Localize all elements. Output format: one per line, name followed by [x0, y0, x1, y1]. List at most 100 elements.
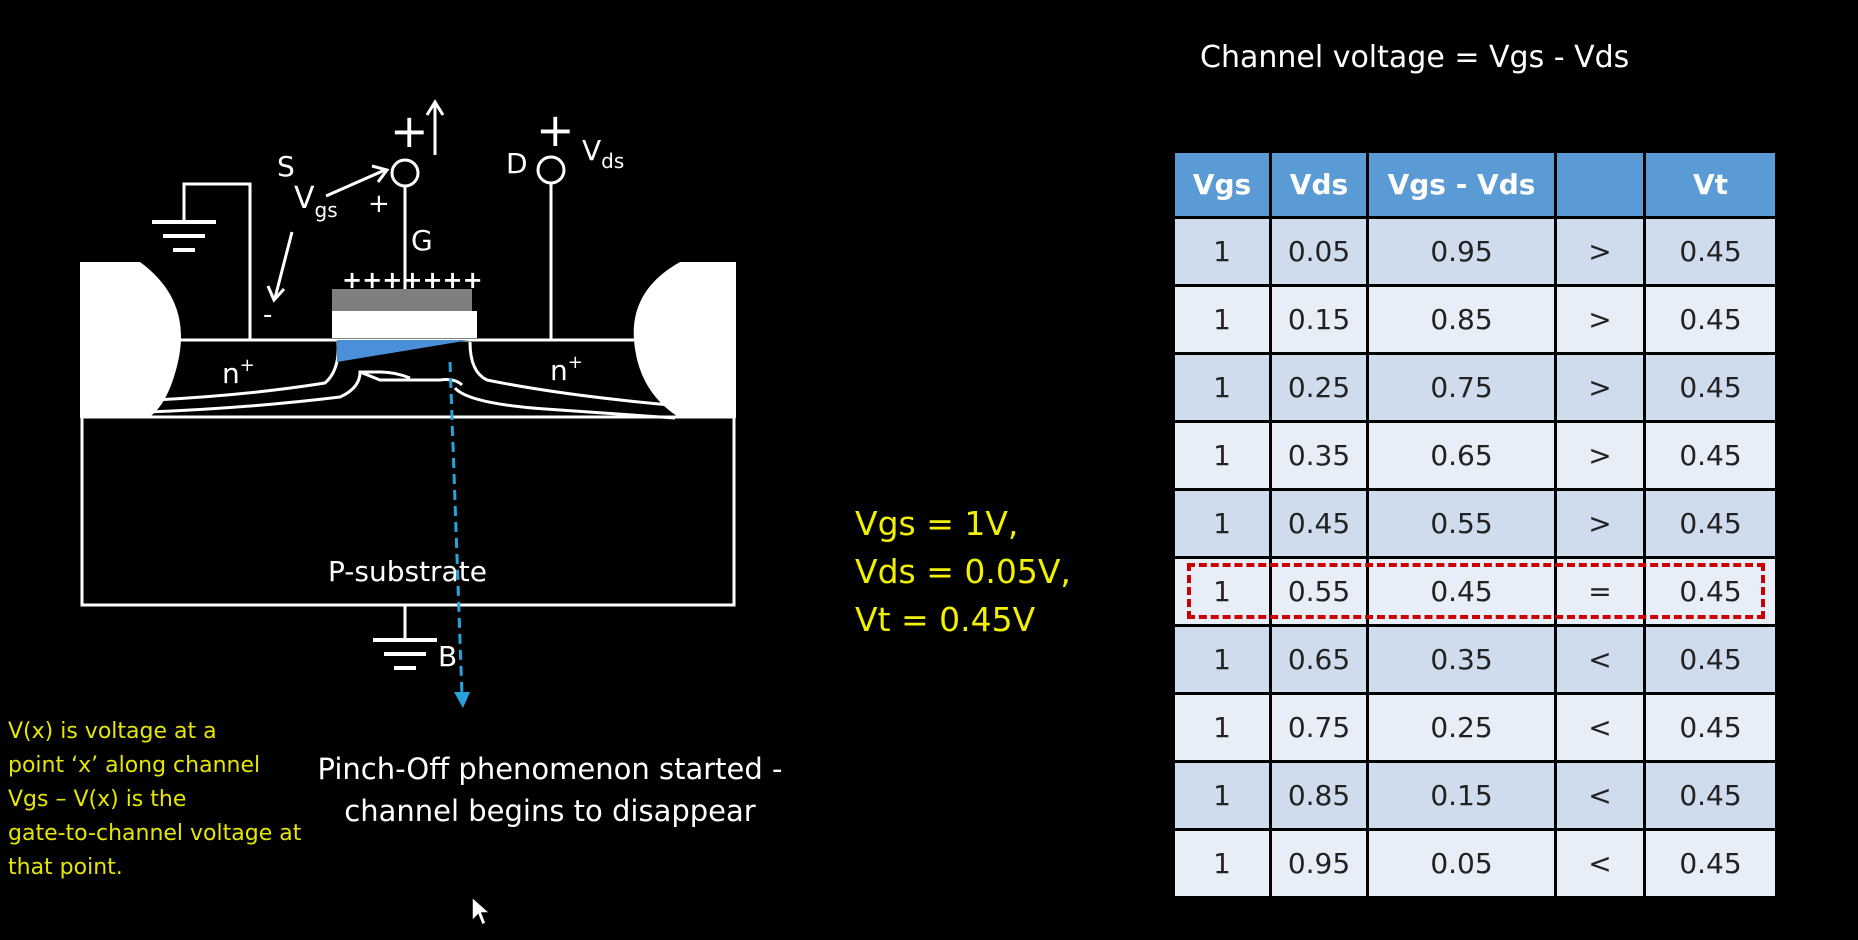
- cell-vds: 0.45: [1272, 491, 1366, 556]
- gate-terminal: [390, 158, 420, 188]
- table-row: 1 0.05 0.95 >0.45: [1175, 219, 1775, 284]
- cell-diff: 0.95: [1369, 219, 1554, 284]
- table-row: 1 0.45 0.55 >0.45: [1175, 491, 1775, 556]
- cell-vgs: 1: [1175, 287, 1269, 352]
- table-row: 1 0.75 0.25 <0.45: [1175, 695, 1775, 760]
- vgs-plus: +: [368, 189, 390, 219]
- cell-vds: 0.15: [1272, 287, 1366, 352]
- voltage-table: Vgs Vds Vgs - Vds Vt 1 0.05 0.95 >0.45 1 0.1…: [1172, 150, 1778, 899]
- cell-vt: 0.45: [1646, 763, 1775, 828]
- parameter-list: Vgs = 1V, Vds = 0.05V, Vt = 0.45V: [855, 500, 1071, 644]
- gate-oxide: [332, 311, 477, 338]
- cell-vt: 0.45: [1646, 423, 1775, 488]
- vds-subscript: ds: [601, 149, 624, 173]
- source-label: S: [277, 150, 295, 183]
- channel-bump: [359, 370, 464, 387]
- left-oxide: [80, 262, 181, 418]
- cell-vds: 0.35: [1272, 423, 1366, 488]
- table-row: 1 0.65 0.35 <0.45: [1175, 627, 1775, 692]
- header-vgs: Vgs: [1175, 153, 1269, 216]
- caption-line: channel begins to disappear: [344, 794, 756, 828]
- cell-vt: 0.45: [1646, 287, 1775, 352]
- cell-vt: 0.45: [1646, 831, 1775, 896]
- note-line: point ‘x’ along channel: [8, 753, 261, 778]
- cell-cmp: <: [1557, 831, 1643, 896]
- cell-diff: 0.35: [1369, 627, 1554, 692]
- cell-diff: 0.55: [1369, 491, 1554, 556]
- cell-cmp: >: [1557, 287, 1643, 352]
- table-row: 1 0.15 0.85 >0.45: [1175, 287, 1775, 352]
- cell-vt: 0.45: [1646, 695, 1775, 760]
- cell-cmp: <: [1557, 627, 1643, 692]
- right-nplus-label: n+: [550, 352, 583, 387]
- voltage-note: V(x) is voltage at a point ‘x’ along cha…: [8, 715, 301, 885]
- gate-plus: +: [390, 104, 429, 158]
- mouse-pointer-icon: [471, 895, 492, 927]
- bulk-label: B: [438, 640, 457, 673]
- cell-vt: 0.45: [1646, 491, 1775, 556]
- cell-vt: 0.45: [1646, 627, 1775, 692]
- inversion-channel: [337, 340, 470, 362]
- vgs-subscript: gs: [315, 198, 338, 222]
- gate-charges: +++++++: [342, 266, 483, 294]
- cell-diff: 0.15: [1369, 763, 1554, 828]
- table-row: 1 0.95 0.05 <0.45: [1175, 831, 1775, 896]
- left-nplus-outline-2: [147, 370, 411, 414]
- cell-vgs: 1: [1175, 423, 1269, 488]
- right-nplus-sup: +: [568, 352, 583, 373]
- cell-vt: 0.45: [1646, 355, 1775, 420]
- cell-cmp: >: [1557, 219, 1643, 284]
- vgs-minus: -: [263, 300, 272, 330]
- left-nplus-label: n+: [222, 355, 255, 390]
- note-line: V(x) is voltage at a: [8, 719, 217, 744]
- cell-vgs: 1: [1175, 355, 1269, 420]
- cell-vgs: 1: [1175, 695, 1269, 760]
- vgs-arrow-down: [273, 231, 294, 299]
- header-vds: Vds: [1272, 153, 1366, 216]
- cell-diff: 0.75: [1369, 355, 1554, 420]
- cell-vgs: 1: [1175, 763, 1269, 828]
- pinch-off-row-highlight: [1187, 563, 1765, 619]
- cell-vds: 0.25: [1272, 355, 1366, 420]
- cell-cmp: >: [1557, 355, 1643, 420]
- gate-label: G: [411, 224, 433, 257]
- vds-label: Vds: [582, 134, 624, 173]
- cell-cmp: >: [1557, 491, 1643, 556]
- drain-label: D: [506, 147, 528, 180]
- table-row: 1 0.85 0.15 <0.45: [1175, 763, 1775, 828]
- cell-diff: 0.05: [1369, 831, 1554, 896]
- cell-vds: 0.85: [1272, 763, 1366, 828]
- pinch-off-arrow-head: [454, 692, 470, 708]
- source-wire: [182, 182, 252, 340]
- table-row: 1 0.35 0.65 >0.45: [1175, 423, 1775, 488]
- cell-diff: 0.25: [1369, 695, 1554, 760]
- cell-cmp: <: [1557, 763, 1643, 828]
- header-comparison: [1557, 153, 1643, 216]
- table-row: 1 0.25 0.75 >0.45: [1175, 355, 1775, 420]
- cell-vgs: 1: [1175, 491, 1269, 556]
- caption-line: Pinch-Off phenomenon started -: [317, 752, 783, 786]
- right-oxide: [633, 262, 736, 418]
- cell-vgs: 1: [1175, 219, 1269, 284]
- cell-vgs: 1: [1175, 627, 1269, 692]
- cell-diff: 0.85: [1369, 287, 1554, 352]
- cell-cmp: <: [1557, 695, 1643, 760]
- note-line: that point.: [8, 855, 123, 880]
- table-header-row: Vgs Vds Vgs - Vds Vt: [1175, 153, 1775, 216]
- param-vds: Vds = 0.05V,: [855, 552, 1071, 591]
- cell-vds: 0.75: [1272, 695, 1366, 760]
- note-line: gate-to-channel voltage at: [8, 821, 302, 846]
- header-vt: Vt: [1646, 153, 1775, 216]
- drain-terminal: [536, 155, 566, 185]
- cell-vt: 0.45: [1646, 219, 1775, 284]
- param-vt: Vt = 0.45V: [855, 600, 1036, 639]
- cell-vgs: 1: [1175, 831, 1269, 896]
- cell-diff: 0.65: [1369, 423, 1554, 488]
- note-line: Vgs – V(x) is the: [8, 787, 187, 812]
- header-vgs-minus-vds: Vgs - Vds: [1369, 153, 1554, 216]
- cell-vds: 0.05: [1272, 219, 1366, 284]
- vgs-label: Vgs: [294, 181, 338, 222]
- cell-cmp: >: [1557, 423, 1643, 488]
- substrate-label: P-substrate: [328, 555, 487, 588]
- page-title: Channel voltage = Vgs - Vds: [1200, 40, 1630, 75]
